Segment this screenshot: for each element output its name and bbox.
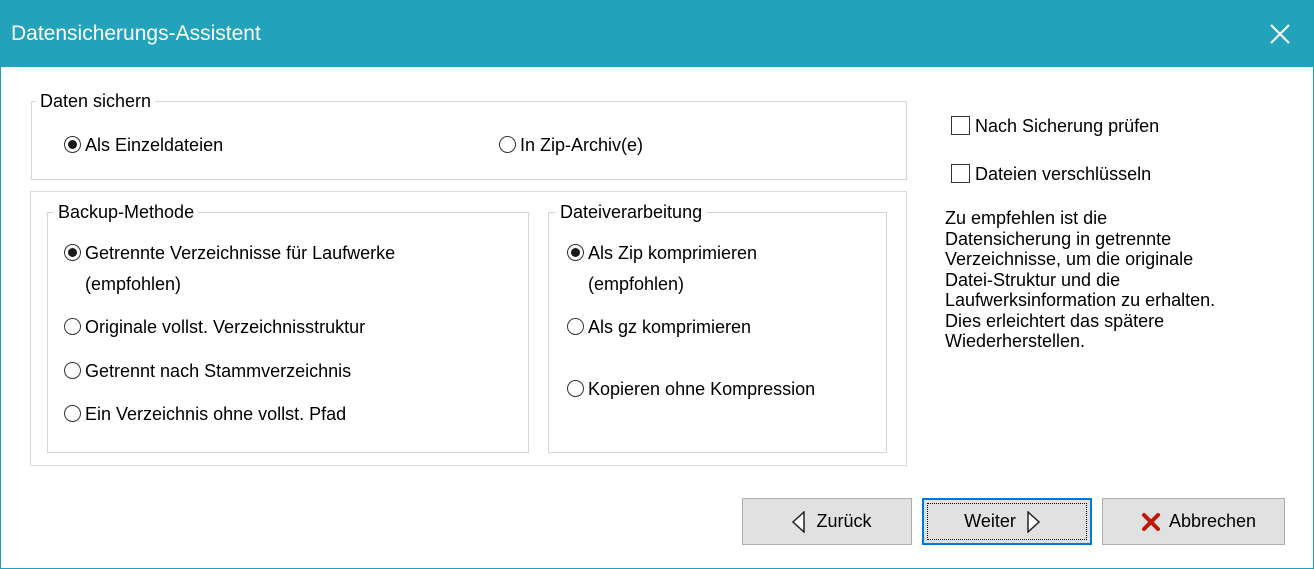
- title-bar: Datensicherungs-Assistent: [1, 1, 1313, 67]
- radio-unselected-icon: [499, 136, 516, 153]
- hint-line: Wiederherstellen.: [945, 331, 1086, 351]
- checkbox-box: [951, 116, 970, 135]
- triangle-left-icon: [792, 510, 806, 533]
- radio-unselected-icon: [64, 318, 81, 335]
- checkbox-label: Nach Sicherung prüfen: [975, 116, 1160, 136]
- radio-label-note: (empfohlen): [85, 274, 182, 294]
- back-button[interactable]: Zurück: [742, 498, 912, 545]
- checkbox-box: [951, 164, 970, 183]
- radio-selected-icon: [64, 244, 81, 261]
- radio-gz-komprimieren[interactable]: Als gz komprimieren: [567, 314, 751, 341]
- window-title: Datensicherungs-Assistent: [11, 22, 261, 45]
- radio-zip-archiv[interactable]: In Zip-Archiv(e): [499, 132, 643, 159]
- radio-label: Originale vollst. Verzeichnisstruktur: [85, 317, 366, 337]
- radio-ohne-kompression[interactable]: Kopieren ohne Kompression: [567, 376, 815, 403]
- hint-line: Dies erleichtert das spätere: [945, 310, 1165, 331]
- radio-unselected-icon: [567, 318, 584, 335]
- dialog-body: Daten sichern Als Einzeldateien In Zip-A…: [1, 67, 1313, 568]
- radio-label-block: Als Zip komprimieren (empfohlen): [588, 240, 757, 298]
- radio-label: Getrennte Verzeichnisse für Laufwerke: [85, 243, 396, 263]
- checkbox-label: Dateien verschlüsseln: [975, 164, 1152, 184]
- hint-line: Datei-Struktur und die: [945, 269, 1121, 290]
- radio-label: Als Zip komprimieren: [588, 243, 758, 263]
- file-processing-group: Dateiverarbeitung Als Zip komprimieren (…: [548, 200, 887, 453]
- radio-label: Als Einzeldateien: [85, 135, 224, 155]
- radio-zip-komprimieren[interactable]: Als Zip komprimieren (empfohlen): [567, 240, 757, 298]
- cancel-button-label: Abbrechen: [1168, 511, 1257, 531]
- radio-label: Als gz komprimieren: [588, 317, 752, 337]
- cancel-button[interactable]: Abbrechen: [1102, 498, 1285, 545]
- encrypt-checkbox[interactable]: Dateien verschlüsseln: [951, 161, 1151, 188]
- next-button[interactable]: Weiter: [922, 498, 1092, 545]
- hint-line: Datensicherung in getrennte: [945, 228, 1172, 249]
- radio-ohne-pfad[interactable]: Ein Verzeichnis ohne vollst. Pfad: [64, 401, 346, 428]
- backup-target-group: Daten sichern Als Einzeldateien In Zip-A…: [31, 89, 907, 180]
- radio-selected-icon: [567, 244, 584, 261]
- radio-stammverzeichnis[interactable]: Getrennt nach Stammverzeichnis: [64, 358, 351, 385]
- radio-unselected-icon: [64, 405, 81, 422]
- radio-label: In Zip-Archiv(e): [520, 135, 644, 155]
- radio-label: Getrennt nach Stammverzeichnis: [85, 361, 352, 381]
- file-processing-legend: Dateiverarbeitung: [556, 200, 707, 224]
- hint-text: Zu empfehlen ist die Datensicherung in g…: [945, 208, 1285, 352]
- wizard-window: Datensicherungs-Assistent Daten sichern …: [0, 0, 1314, 569]
- radio-label-block: Getrennte Verzeichnisse für Laufwerke (e…: [85, 240, 395, 298]
- close-icon: [1270, 24, 1290, 44]
- verify-checkbox[interactable]: Nach Sicherung prüfen: [951, 113, 1159, 140]
- radio-unselected-icon: [64, 362, 81, 379]
- radio-selected-icon: [64, 136, 81, 153]
- back-button-label: Zurück: [816, 511, 872, 531]
- radio-getrennte-verzeichnisse[interactable]: Getrennte Verzeichnisse für Laufwerke (e…: [64, 240, 395, 298]
- backup-method-group: Backup-Methode Getrennte Verzeichnisse f…: [47, 200, 529, 453]
- radio-label: Ein Verzeichnis ohne vollst. Pfad: [85, 404, 347, 424]
- backup-method-legend: Backup-Methode: [54, 200, 199, 224]
- hint-line: Zu empfehlen ist die: [945, 208, 1108, 228]
- close-button[interactable]: [1247, 1, 1313, 67]
- radio-einzeldateien[interactable]: Als Einzeldateien: [64, 132, 223, 159]
- radio-label: Kopieren ohne Kompression: [588, 379, 816, 399]
- hint-line: Verzeichnisse, um die originale: [945, 249, 1194, 269]
- radio-originale-struktur[interactable]: Originale vollst. Verzeichnisstruktur: [64, 314, 365, 341]
- red-x-icon: [1141, 512, 1160, 531]
- backup-target-legend: Daten sichern: [36, 89, 156, 113]
- radio-label-note: (empfohlen): [588, 274, 685, 294]
- hint-line: Laufwerksinformation zu erhalten.: [945, 290, 1216, 310]
- radio-unselected-icon: [567, 380, 584, 397]
- focus-rect: [927, 503, 1087, 540]
